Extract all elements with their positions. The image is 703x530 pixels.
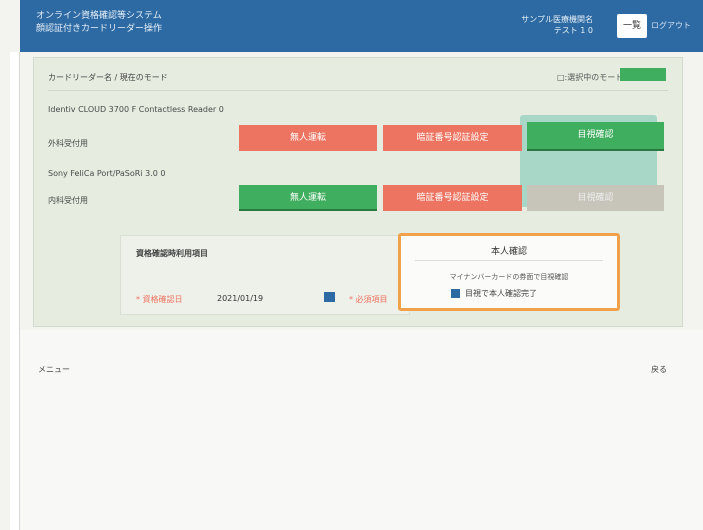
subpanel-title: 資格確認時利用項目 <box>136 249 208 258</box>
app-header: オンライン資格確認等システム 顔認証付きカードリーダー操作 サンプル医療機関名 … <box>20 0 703 52</box>
identity-check-popup: 本人確認 マイナンバーカードの券面で目視確認 目視で本人確認完了 <box>398 233 620 311</box>
user-info: サンプル医療機関名 テスト 1 0 <box>521 14 593 36</box>
required-item-label: * 必須項目 <box>349 295 388 304</box>
logout-link[interactable]: ログアウト <box>651 20 691 31</box>
reception-label: 外科受付用 <box>48 139 88 148</box>
qualification-items-panel: 資格確認時利用項目 * 資格確認日 2021/01/19 * 必須項目 <box>120 235 410 315</box>
popup-title: 本人確認 <box>490 247 527 257</box>
visual-confirmation-button[interactable]: 目視確認 <box>527 122 664 151</box>
popup-description: マイナンバーカードの券面で目視確認 <box>449 273 569 281</box>
menu-link[interactable]: メニュー <box>38 364 70 375</box>
unattended-mode-button[interactable]: 無人運転 <box>239 185 377 211</box>
legend-swatch <box>620 68 666 81</box>
pin-auth-setting-button[interactable]: 暗証番号認証設定 <box>383 185 522 211</box>
user-name: テスト 1 0 <box>553 26 593 35</box>
left-border <box>10 52 20 530</box>
pin-auth-setting-button[interactable]: 暗証番号認証設定 <box>383 125 522 151</box>
app-title: オンライン資格確認等システム 顔認証付きカードリーダー操作 <box>36 10 162 36</box>
reception-label: 内科受付用 <box>48 196 88 205</box>
date-label: * 資格確認日 <box>136 295 183 304</box>
popup-divider <box>415 260 603 261</box>
legend-label: □:選択中のモード <box>557 73 624 82</box>
content-area <box>20 330 703 530</box>
visual-confirmation-button[interactable]: 目視確認 <box>527 185 664 211</box>
device-name: Identiv CLOUD 3700 F Contactless Reader … <box>48 105 224 114</box>
app-title-line2: 顔認証付きカードリーダー操作 <box>36 24 163 34</box>
app-title-line1: オンライン資格確認等システム <box>36 11 162 21</box>
calendar-icon[interactable] <box>324 292 335 302</box>
device-name: Sony FeliCa Port/PaSoRi 3.0 0 <box>48 169 166 178</box>
divider <box>48 90 668 91</box>
user-facility-name: サンプル医療機関名 <box>521 15 593 24</box>
unattended-mode-button[interactable]: 無人運転 <box>239 125 377 151</box>
checkbox-icon[interactable] <box>451 289 460 298</box>
checkbox-label[interactable]: 目視で本人確認完了 <box>465 288 537 299</box>
list-button[interactable]: 一覧 <box>617 14 647 38</box>
date-field[interactable]: 2021/01/19 <box>217 294 263 303</box>
breadcrumb: カードリーダー名 / 現在のモード <box>48 73 168 82</box>
back-link[interactable]: 戻る <box>651 364 667 375</box>
